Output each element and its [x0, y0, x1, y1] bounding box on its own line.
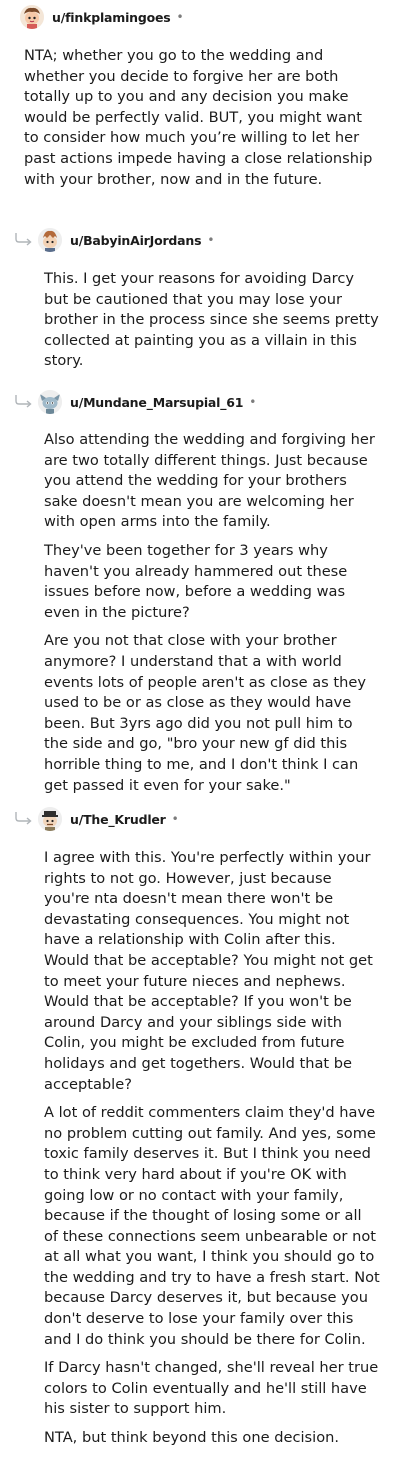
reply-arrow-icon	[15, 233, 32, 246]
separator-dot: •	[176, 10, 184, 24]
separator-dot: •	[171, 812, 179, 826]
snoo-avatar-icon	[38, 390, 62, 414]
user-avatar[interactable]	[38, 807, 62, 831]
username[interactable]: u/Mundane_Marsupial_61	[70, 395, 243, 410]
comment-header: u/Mundane_Marsupial_61 •	[38, 390, 256, 414]
separator-dot: •	[249, 395, 257, 409]
username[interactable]: u/The_Krudler	[70, 812, 166, 827]
comment-paragraph: If Darcy hasn't changed, she'll reveal h…	[44, 1359, 379, 1418]
comment-paragraph: I agree with this. You're perfectly with…	[44, 849, 373, 1093]
username[interactable]: u/finkplamingoes	[52, 10, 171, 25]
comment-paragraph: Are you not that close with your brother…	[44, 632, 366, 794]
comment-paragraph: They've been together for 3 years why ha…	[44, 541, 348, 621]
comment-header: u/finkplamingoes •	[20, 5, 184, 29]
user-avatar[interactable]	[38, 228, 62, 252]
comment-paragraph: NTA, but think beyond this one decision.	[44, 1429, 340, 1447]
reply-arrow-icon	[15, 812, 32, 825]
user-avatar[interactable]	[20, 5, 44, 29]
comment-body: I agree with this. You're perfectly with…	[44, 848, 380, 1457]
snoo-avatar-icon	[38, 807, 62, 831]
comment-paragraph: A lot of reddit commenters claim they'd …	[44, 1104, 380, 1348]
username[interactable]: u/BabyinAirJordans	[70, 233, 202, 248]
reply-arrow-icon	[15, 395, 32, 408]
comment-paragraph: Also attending the wedding and forgiving…	[44, 431, 375, 531]
comment-header: u/BabyinAirJordans •	[38, 228, 214, 252]
comment-paragraph: This. I get your reasons for avoiding Da…	[44, 270, 379, 370]
comment-paragraph: NTA; whether you go to the wedding and w…	[24, 47, 373, 188]
snoo-avatar-icon	[20, 5, 44, 29]
comment-body: Also attending the wedding and forgiving…	[44, 430, 380, 804]
separator-dot: •	[207, 233, 215, 247]
snoo-avatar-icon	[38, 228, 62, 252]
user-avatar[interactable]	[38, 390, 62, 414]
comment-body: This. I get your reasons for avoiding Da…	[44, 269, 380, 380]
comment-header: u/The_Krudler •	[38, 807, 179, 831]
comment-body: NTA; whether you go to the wedding and w…	[24, 46, 380, 198]
